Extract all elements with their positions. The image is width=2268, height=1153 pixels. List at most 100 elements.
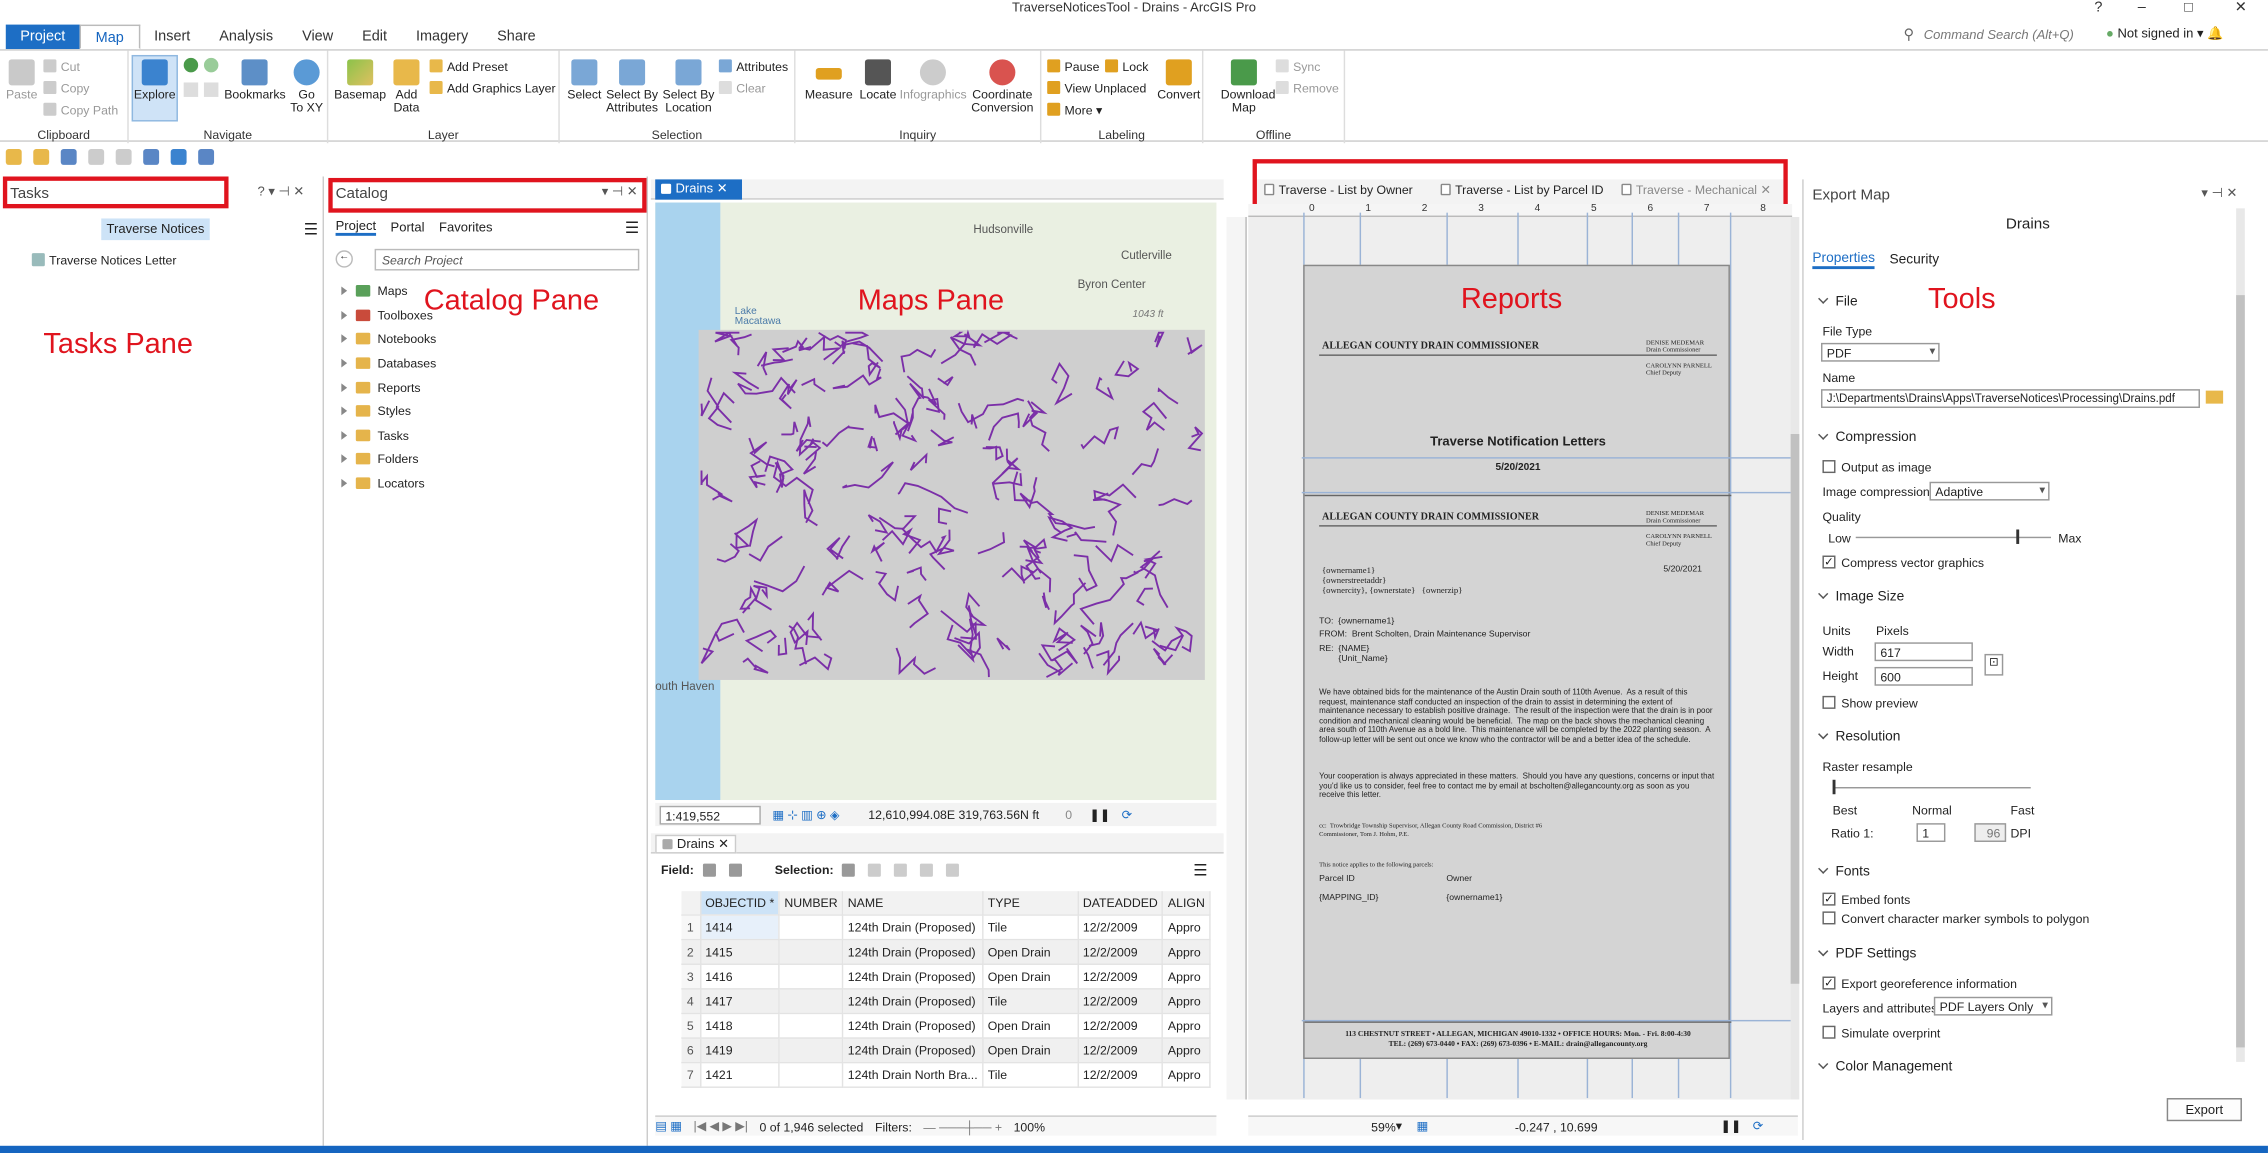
select-by-location-button[interactable]: Select By Location	[661, 59, 716, 114]
measure-button[interactable]: Measure	[804, 59, 853, 101]
cut-button[interactable]: Cut	[43, 59, 80, 74]
simulate-overprint-checkbox[interactable]	[1822, 1025, 1836, 1039]
tab-view[interactable]: View	[288, 25, 348, 50]
pause-drawing-icon[interactable]: ❚❚	[1089, 807, 1110, 823]
table-view-icons[interactable]: ▤ ▦	[655, 1118, 682, 1134]
tab-share[interactable]: Share	[483, 25, 551, 50]
delete-selection-icon[interactable]	[920, 862, 934, 876]
tab-edit[interactable]: Edit	[348, 25, 402, 50]
clear-selection-button[interactable]: Clear	[718, 81, 766, 95]
menu-icon[interactable]: ☰	[625, 218, 639, 237]
report-grid-icon[interactable]: ▦	[1416, 1118, 1428, 1134]
menu-icon[interactable]: ☰	[304, 220, 318, 238]
zoom-slider[interactable]: — ───┼── +	[923, 1119, 1002, 1133]
file-section-header[interactable]: File	[1817, 293, 1858, 310]
locate-button[interactable]: Locate	[856, 59, 899, 101]
pause-drawing-icon[interactable]: ❚❚	[1721, 1118, 1742, 1134]
zoom-to-selection-icon[interactable]	[842, 862, 856, 876]
column-header-align[interactable]: ALIGN	[1162, 891, 1211, 916]
expand-icon[interactable]	[341, 478, 348, 488]
lock-labeling-button[interactable]: Lock	[1105, 59, 1148, 74]
select-by-attributes-button[interactable]: Select By Attributes	[603, 59, 661, 114]
lock-aspect-icon[interactable]: ⊡	[1984, 653, 2004, 676]
clear-selection-icon[interactable]	[894, 862, 908, 876]
column-header-dateadded[interactable]: DATEADDED	[1077, 891, 1164, 916]
tab-catalog-portal[interactable]: Portal	[391, 220, 425, 234]
copy-selection-icon[interactable]	[946, 862, 960, 876]
record-nav-icons[interactable]: |◀ ◀ ▶ ▶|	[693, 1118, 747, 1134]
column-header-name[interactable]: NAME	[842, 891, 984, 916]
pane-controls[interactable]: ? ▾ ⊣ ✕	[257, 184, 304, 200]
export-scrollbar[interactable]	[2236, 208, 2245, 1062]
catalog-search-input[interactable]: Search Project	[374, 248, 640, 271]
image-size-section-header[interactable]: Image Size	[1817, 588, 1904, 605]
remove-button[interactable]: Remove	[1275, 81, 1339, 95]
refresh-icon[interactable]: ⟳	[1122, 807, 1132, 823]
quality-slider-track[interactable]	[1855, 536, 2051, 539]
embed-fonts-checkbox[interactable]: ✓	[1822, 892, 1836, 906]
basemap-button[interactable]: Basemap	[334, 59, 386, 101]
show-preview-checkbox[interactable]	[1822, 695, 1836, 709]
table-row[interactable]: 6 1419 124th Drain (Proposed) Open Drain 12/…	[681, 1037, 1211, 1063]
export-georef-checkbox[interactable]: ✓	[1822, 976, 1836, 990]
download-map-button[interactable]: Download Map	[1221, 59, 1275, 114]
coordinate-conversion-button[interactable]: Coordinate Conversion	[969, 59, 1036, 114]
tab-security[interactable]: Security	[1889, 252, 1939, 268]
help-icon[interactable]: ?	[2094, 0, 2102, 16]
map-tools-icons[interactable]: ▦ ⊹ ▥ ⊕ ◈	[772, 807, 839, 823]
redo-icon[interactable]	[115, 149, 132, 165]
quality-slider-thumb[interactable]	[2015, 529, 2019, 544]
height-input[interactable]: 600	[1874, 666, 1973, 686]
expand-icon[interactable]	[341, 311, 348, 320]
browse-folder-icon[interactable]	[2205, 390, 2224, 404]
table-row[interactable]: 7 1421 124th Drain North Bra... Tile 12/2/20…	[681, 1061, 1211, 1088]
menu-icon[interactable]: ☰	[1193, 861, 1207, 879]
table-row[interactable]: 5 1418 124th Drain (Proposed) Open Drain 12/…	[681, 1012, 1211, 1039]
select-button[interactable]: Select	[566, 59, 604, 101]
tab-analysis[interactable]: Analysis	[205, 25, 288, 50]
table-row[interactable]: 4 1417 124th Drain (Proposed) Tile 12/2/2009…	[681, 988, 1211, 1014]
expand-icon[interactable]	[341, 431, 348, 440]
export-button[interactable]: Export	[2166, 1098, 2242, 1122]
expand-icon[interactable]	[341, 406, 348, 416]
expand-icon[interactable]	[341, 383, 348, 393]
save-icon[interactable]	[60, 149, 77, 165]
tab-drains-table[interactable]: Drains ✕	[655, 834, 737, 854]
back-icon[interactable]: ←	[335, 250, 353, 268]
convert-labels-button[interactable]: Convert	[1157, 59, 1200, 101]
pdf-settings-section-header[interactable]: PDF Settings	[1817, 946, 1916, 962]
width-input[interactable]: 617	[1874, 642, 1973, 662]
undo-icon[interactable]	[88, 149, 105, 165]
catalog-item-styles[interactable]: Styles	[341, 404, 411, 418]
table-row[interactable]: 2 1415 124th Drain (Proposed) Open Drain 12/…	[681, 938, 1211, 965]
refresh-icon[interactable]: ⟳	[1753, 1118, 1763, 1134]
copy-path-button[interactable]: Copy Path	[43, 102, 118, 117]
zoom-icon[interactable]	[198, 149, 215, 165]
sign-in-status[interactable]: ● Not signed in ▾ 🔔	[2106, 26, 2223, 42]
fonts-section-header[interactable]: Fonts	[1817, 863, 1870, 880]
task-name[interactable]: Traverse Notices	[101, 218, 210, 241]
maximize-button[interactable]: □	[2184, 0, 2193, 16]
paste-button[interactable]: Paste	[6, 59, 38, 101]
pane-controls[interactable]: ▾ ⊣ ✕	[2201, 185, 2237, 201]
command-search-input[interactable]: Command Search (Alt+Q)	[1924, 27, 2112, 46]
previous-extent-icon[interactable]	[183, 82, 199, 97]
view-unplaced-button[interactable]: View Unplaced	[1047, 81, 1146, 95]
tab-drains-map[interactable]: Drains ✕	[655, 179, 743, 200]
add-graphics-layer-button[interactable]: Add Graphics Layer	[429, 81, 556, 95]
column-header-objectid[interactable]: OBJECTID *	[700, 891, 781, 916]
minimize-button[interactable]: –	[2138, 0, 2146, 16]
table-row[interactable]: 1 1414 124th Drain (Proposed) Tile 12/2/2009…	[681, 914, 1211, 940]
report-scrollbar[interactable]	[1790, 217, 1800, 1100]
tab-insert[interactable]: Insert	[140, 25, 205, 50]
attributes-button[interactable]: Attributes	[718, 59, 788, 74]
convert-marker-checkbox[interactable]	[1822, 911, 1836, 925]
scale-input[interactable]: 1:419,552	[659, 805, 761, 824]
expand-icon[interactable]	[341, 334, 348, 343]
catalog-item-folders[interactable]: Folders	[341, 451, 419, 466]
expand-icon[interactable]	[341, 286, 348, 296]
column-header-type[interactable]: TYPE	[982, 891, 1079, 916]
goto-xy-button[interactable]: Go To XY	[288, 59, 326, 114]
switch-selection-icon[interactable]	[868, 862, 882, 876]
output-as-image-checkbox[interactable]	[1822, 460, 1836, 474]
